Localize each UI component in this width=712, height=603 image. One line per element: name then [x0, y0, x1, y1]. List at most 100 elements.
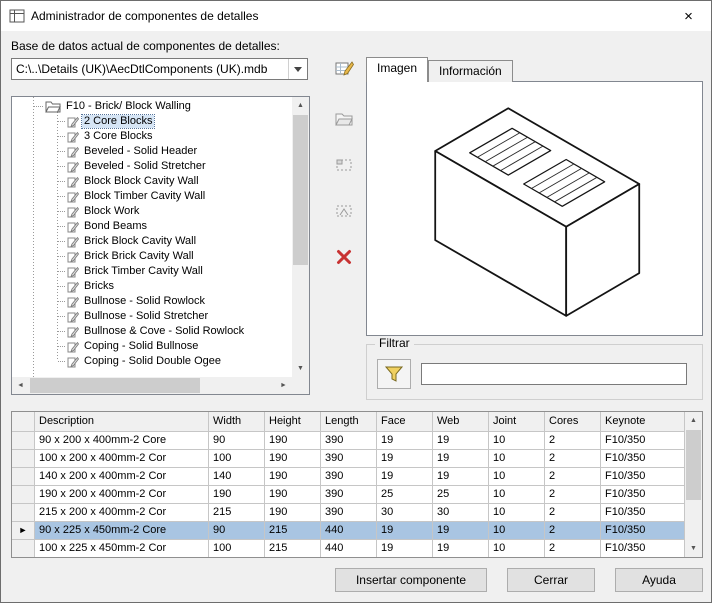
cell-length[interactable]: 390: [321, 468, 377, 486]
row-header[interactable]: [12, 432, 35, 450]
row-header[interactable]: [12, 450, 35, 468]
row-header[interactable]: [12, 504, 35, 522]
tree-item[interactable]: Block Work: [12, 204, 292, 219]
tree-item-folder[interactable]: F10 - Brick/ Block Walling: [12, 99, 292, 114]
scrollbar-thumb[interactable]: [293, 115, 308, 265]
cell-face[interactable]: 19: [377, 432, 433, 450]
table-row[interactable]: 215 x 200 x 400mm-2 Cor 215 190 390 30 3…: [12, 504, 685, 522]
scroll-left-arrow[interactable]: ◄: [12, 377, 29, 394]
cell-description[interactable]: 90 x 225 x 450mm-2 Core: [35, 522, 209, 540]
cell-height[interactable]: 190: [265, 468, 321, 486]
scroll-down-arrow[interactable]: ▼: [292, 360, 309, 377]
cell-length[interactable]: 390: [321, 432, 377, 450]
tree-vertical-scrollbar[interactable]: ▲ ▼: [292, 97, 309, 377]
cell-face[interactable]: 30: [377, 504, 433, 522]
row-header[interactable]: [12, 540, 35, 557]
help-button[interactable]: Ayuda: [615, 568, 703, 592]
tree-item[interactable]: Brick Timber Cavity Wall: [12, 264, 292, 279]
cell-length[interactable]: 440: [321, 540, 377, 557]
filter-input[interactable]: [421, 363, 687, 385]
cell-description[interactable]: 140 x 200 x 400mm-2 Cor: [35, 468, 209, 486]
column-header[interactable]: Width: [209, 412, 265, 432]
tree-item[interactable]: Bullnose - Solid Rowlock: [12, 294, 292, 309]
table-row[interactable]: 190 x 200 x 400mm-2 Cor 190 190 390 25 2…: [12, 486, 685, 504]
cell-height[interactable]: 190: [265, 432, 321, 450]
scroll-up-arrow[interactable]: ▲: [292, 97, 309, 114]
cell-web[interactable]: 30: [433, 504, 489, 522]
titlebar[interactable]: Administrador de componentes de detalles…: [1, 1, 711, 31]
cell-length[interactable]: 440: [321, 522, 377, 540]
cell-description[interactable]: 90 x 200 x 400mm-2 Core: [35, 432, 209, 450]
tree-item[interactable]: Coping - Solid Bullnose: [12, 339, 292, 354]
cell-face[interactable]: 19: [377, 522, 433, 540]
cell-keynote[interactable]: F10/350: [601, 450, 685, 468]
cell-cores[interactable]: 2: [545, 450, 601, 468]
tree-item[interactable]: Block Block Cavity Wall: [12, 174, 292, 189]
filter-button[interactable]: [377, 359, 411, 389]
close-button[interactable]: ×: [666, 1, 711, 31]
tree-item[interactable]: Block Timber Cavity Wall: [12, 189, 292, 204]
tree-item[interactable]: Brick Brick Cavity Wall: [12, 249, 292, 264]
column-header[interactable]: Description: [35, 412, 209, 432]
cell-cores[interactable]: 2: [545, 432, 601, 450]
delete-component-button[interactable]: [329, 243, 359, 271]
cell-height[interactable]: 190: [265, 486, 321, 504]
cell-width[interactable]: 215: [209, 504, 265, 522]
combo-dropdown-button[interactable]: [288, 59, 307, 79]
cell-length[interactable]: 390: [321, 486, 377, 504]
scroll-right-arrow[interactable]: ►: [275, 377, 292, 394]
database-combobox[interactable]: C:\..\Details (UK)\AecDtlComponents (UK)…: [11, 58, 308, 80]
cell-cores[interactable]: 2: [545, 504, 601, 522]
cell-width[interactable]: 140: [209, 468, 265, 486]
cell-description[interactable]: 100 x 225 x 450mm-2 Cor: [35, 540, 209, 557]
table-row[interactable]: 90 x 225 x 450mm-2 Core 90 215 440 19 19…: [12, 522, 685, 540]
cell-keynote[interactable]: F10/350: [601, 540, 685, 557]
cell-keynote[interactable]: F10/350: [601, 468, 685, 486]
cell-width[interactable]: 90: [209, 522, 265, 540]
cell-description[interactable]: 190 x 200 x 400mm-2 Cor: [35, 486, 209, 504]
tree-item[interactable]: Brick Block Cavity Wall: [12, 234, 292, 249]
edit-components-button[interactable]: [329, 55, 359, 83]
cell-web[interactable]: 19: [433, 450, 489, 468]
cell-width[interactable]: 100: [209, 450, 265, 468]
cell-face[interactable]: 19: [377, 450, 433, 468]
close-dialog-button[interactable]: Cerrar: [507, 568, 595, 592]
cell-cores[interactable]: 2: [545, 468, 601, 486]
row-header[interactable]: [12, 522, 35, 540]
cell-width[interactable]: 90: [209, 432, 265, 450]
cell-cores[interactable]: 2: [545, 522, 601, 540]
insert-component-button[interactable]: Insertar componente: [335, 568, 487, 592]
cell-joint[interactable]: 10: [489, 486, 545, 504]
new-group-button[interactable]: [329, 151, 359, 179]
cell-height[interactable]: 190: [265, 504, 321, 522]
cell-web[interactable]: 25: [433, 486, 489, 504]
open-component-button[interactable]: [329, 105, 359, 133]
row-header-corner[interactable]: [12, 412, 35, 432]
table-vertical-scrollbar[interactable]: ▲ ▼: [685, 412, 702, 557]
cell-joint[interactable]: 10: [489, 468, 545, 486]
cell-cores[interactable]: 2: [545, 540, 601, 557]
tree-horizontal-scrollbar[interactable]: ◄ ►: [12, 377, 292, 394]
column-header[interactable]: Web: [433, 412, 489, 432]
cell-length[interactable]: 390: [321, 504, 377, 522]
scrollbar-thumb[interactable]: [30, 378, 200, 393]
tree-item[interactable]: 3 Core Blocks: [12, 129, 292, 144]
scroll-down-arrow[interactable]: ▼: [685, 540, 702, 557]
column-header[interactable]: Keynote: [601, 412, 685, 432]
cell-width[interactable]: 190: [209, 486, 265, 504]
cell-description[interactable]: 215 x 200 x 400mm-2 Cor: [35, 504, 209, 522]
cell-joint[interactable]: 10: [489, 504, 545, 522]
cell-width[interactable]: 100: [209, 540, 265, 557]
tree-item[interactable]: Coping - Solid Double Ogee: [12, 354, 292, 369]
tab-imagen[interactable]: Imagen: [366, 57, 429, 82]
cell-face[interactable]: 19: [377, 468, 433, 486]
cell-height[interactable]: 190: [265, 450, 321, 468]
cell-keynote[interactable]: F10/350: [601, 504, 685, 522]
cell-description[interactable]: 100 x 200 x 400mm-2 Cor: [35, 450, 209, 468]
column-header[interactable]: Height: [265, 412, 321, 432]
cell-joint[interactable]: 10: [489, 432, 545, 450]
cell-length[interactable]: 390: [321, 450, 377, 468]
scroll-up-arrow[interactable]: ▲: [685, 412, 702, 429]
cell-joint[interactable]: 10: [489, 540, 545, 557]
tab-informacion[interactable]: Información: [428, 60, 513, 82]
